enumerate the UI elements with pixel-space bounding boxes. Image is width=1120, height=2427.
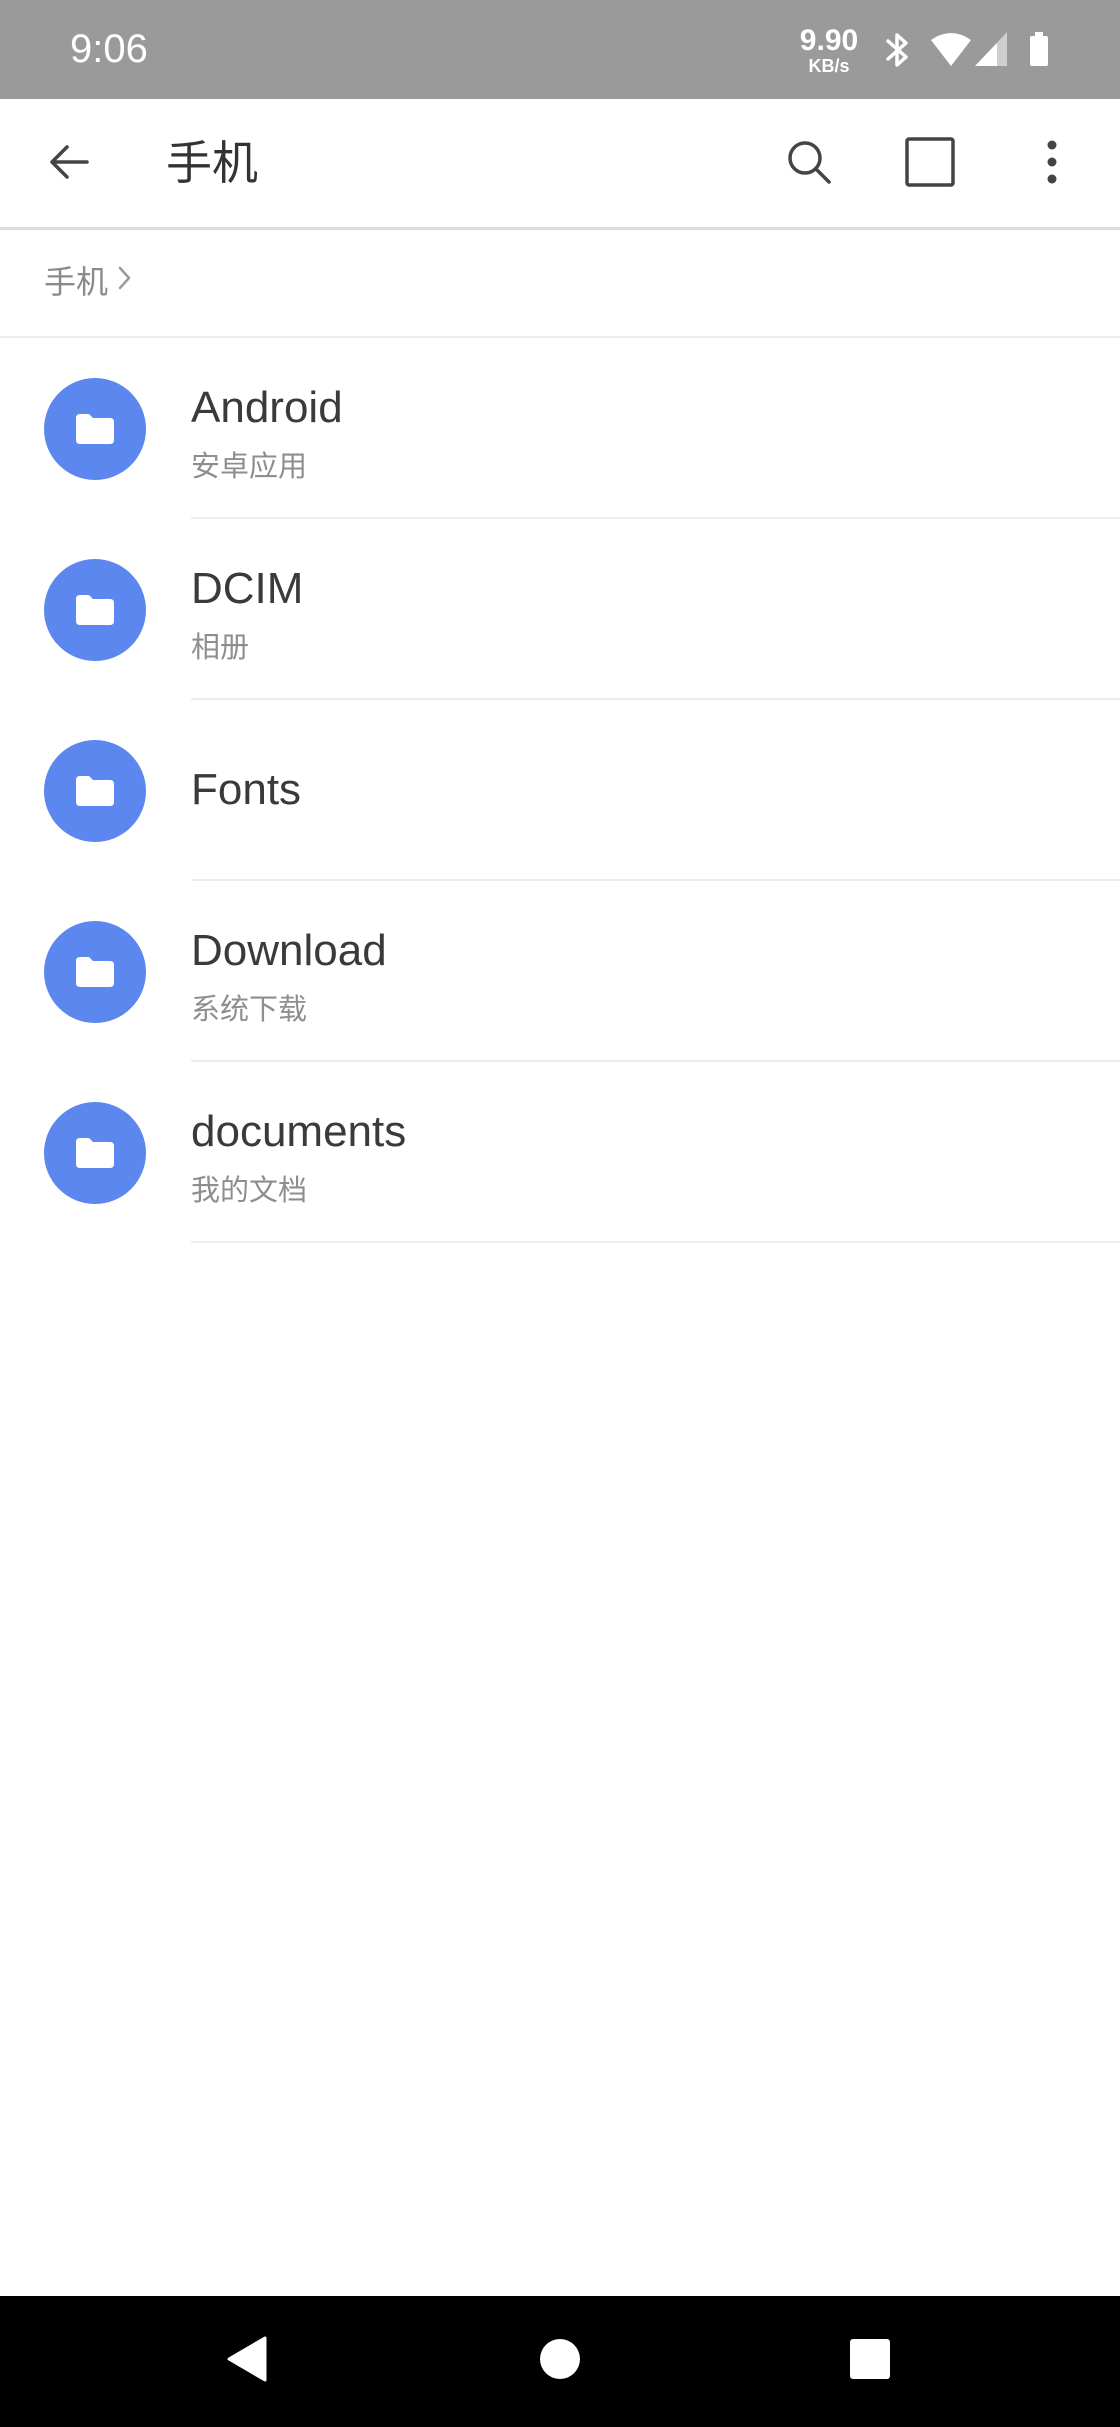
nav-recents-icon — [849, 2338, 891, 2384]
network-speed-unit: KB/s — [808, 56, 850, 76]
file-description: 我的文档 — [191, 1173, 308, 1207]
list-item-fonts[interactable]: Fonts — [0, 700, 1120, 881]
nav-back-icon — [225, 2334, 269, 2388]
file-description: 相册 — [191, 630, 250, 664]
folder-icon — [44, 378, 146, 480]
network-speed: 9.90 KB/s — [796, 24, 862, 76]
select-button[interactable] — [885, 119, 975, 209]
folder-icon — [44, 921, 146, 1023]
back-button[interactable] — [24, 119, 114, 209]
search-icon — [784, 137, 834, 191]
back-arrow-icon — [45, 138, 93, 190]
file-name: Fonts — [191, 765, 302, 814]
select-square-icon — [904, 136, 956, 192]
file-name: documents — [191, 1107, 407, 1156]
more-vert-icon — [1046, 139, 1058, 189]
breadcrumb: 手机 — [0, 230, 1120, 338]
network-speed-value: 9.90 — [799, 24, 859, 57]
system-nav-bar — [0, 2296, 1120, 2427]
status-bar: 9:06 9.90 KB/s — [0, 0, 1120, 99]
list-item-download[interactable]: Download 系统下载 — [0, 881, 1120, 1062]
signal-icon — [973, 30, 1009, 74]
nav-home-button[interactable] — [515, 2316, 605, 2406]
breadcrumb-item[interactable]: 手机 — [44, 260, 134, 304]
file-description: 安卓应用 — [191, 449, 308, 483]
bluetooth-icon — [880, 30, 914, 74]
file-name: Download — [191, 926, 387, 975]
breadcrumb-label: 手机 — [44, 263, 109, 301]
list-item-android[interactable]: Android 安卓应用 — [0, 338, 1120, 519]
nav-recents-button[interactable] — [825, 2316, 915, 2406]
folder-icon — [44, 740, 146, 842]
app-toolbar: 手机 — [0, 99, 1120, 230]
list-item-dcim[interactable]: DCIM 相册 — [0, 519, 1120, 700]
more-options-button[interactable] — [1007, 119, 1097, 209]
nav-back-button[interactable] — [202, 2316, 292, 2406]
file-name: DCIM — [191, 564, 304, 613]
folder-icon — [44, 1102, 146, 1204]
divider — [191, 1241, 1120, 1243]
wifi-icon — [929, 30, 973, 74]
file-name: Android — [191, 383, 343, 432]
battery-icon — [1029, 30, 1049, 74]
page-title: 手机 — [166, 136, 258, 190]
list-item-documents[interactable]: documents 我的文档 — [0, 1062, 1120, 1243]
file-list: Android 安卓应用 DCIM 相册 Fonts Download 系统下载… — [0, 338, 1120, 1243]
search-button[interactable] — [764, 119, 854, 209]
nav-home-icon — [539, 2338, 581, 2384]
chevron-right-icon — [116, 260, 134, 304]
folder-icon — [44, 559, 146, 661]
file-description: 系统下载 — [191, 992, 308, 1026]
status-time: 9:06 — [70, 27, 148, 71]
